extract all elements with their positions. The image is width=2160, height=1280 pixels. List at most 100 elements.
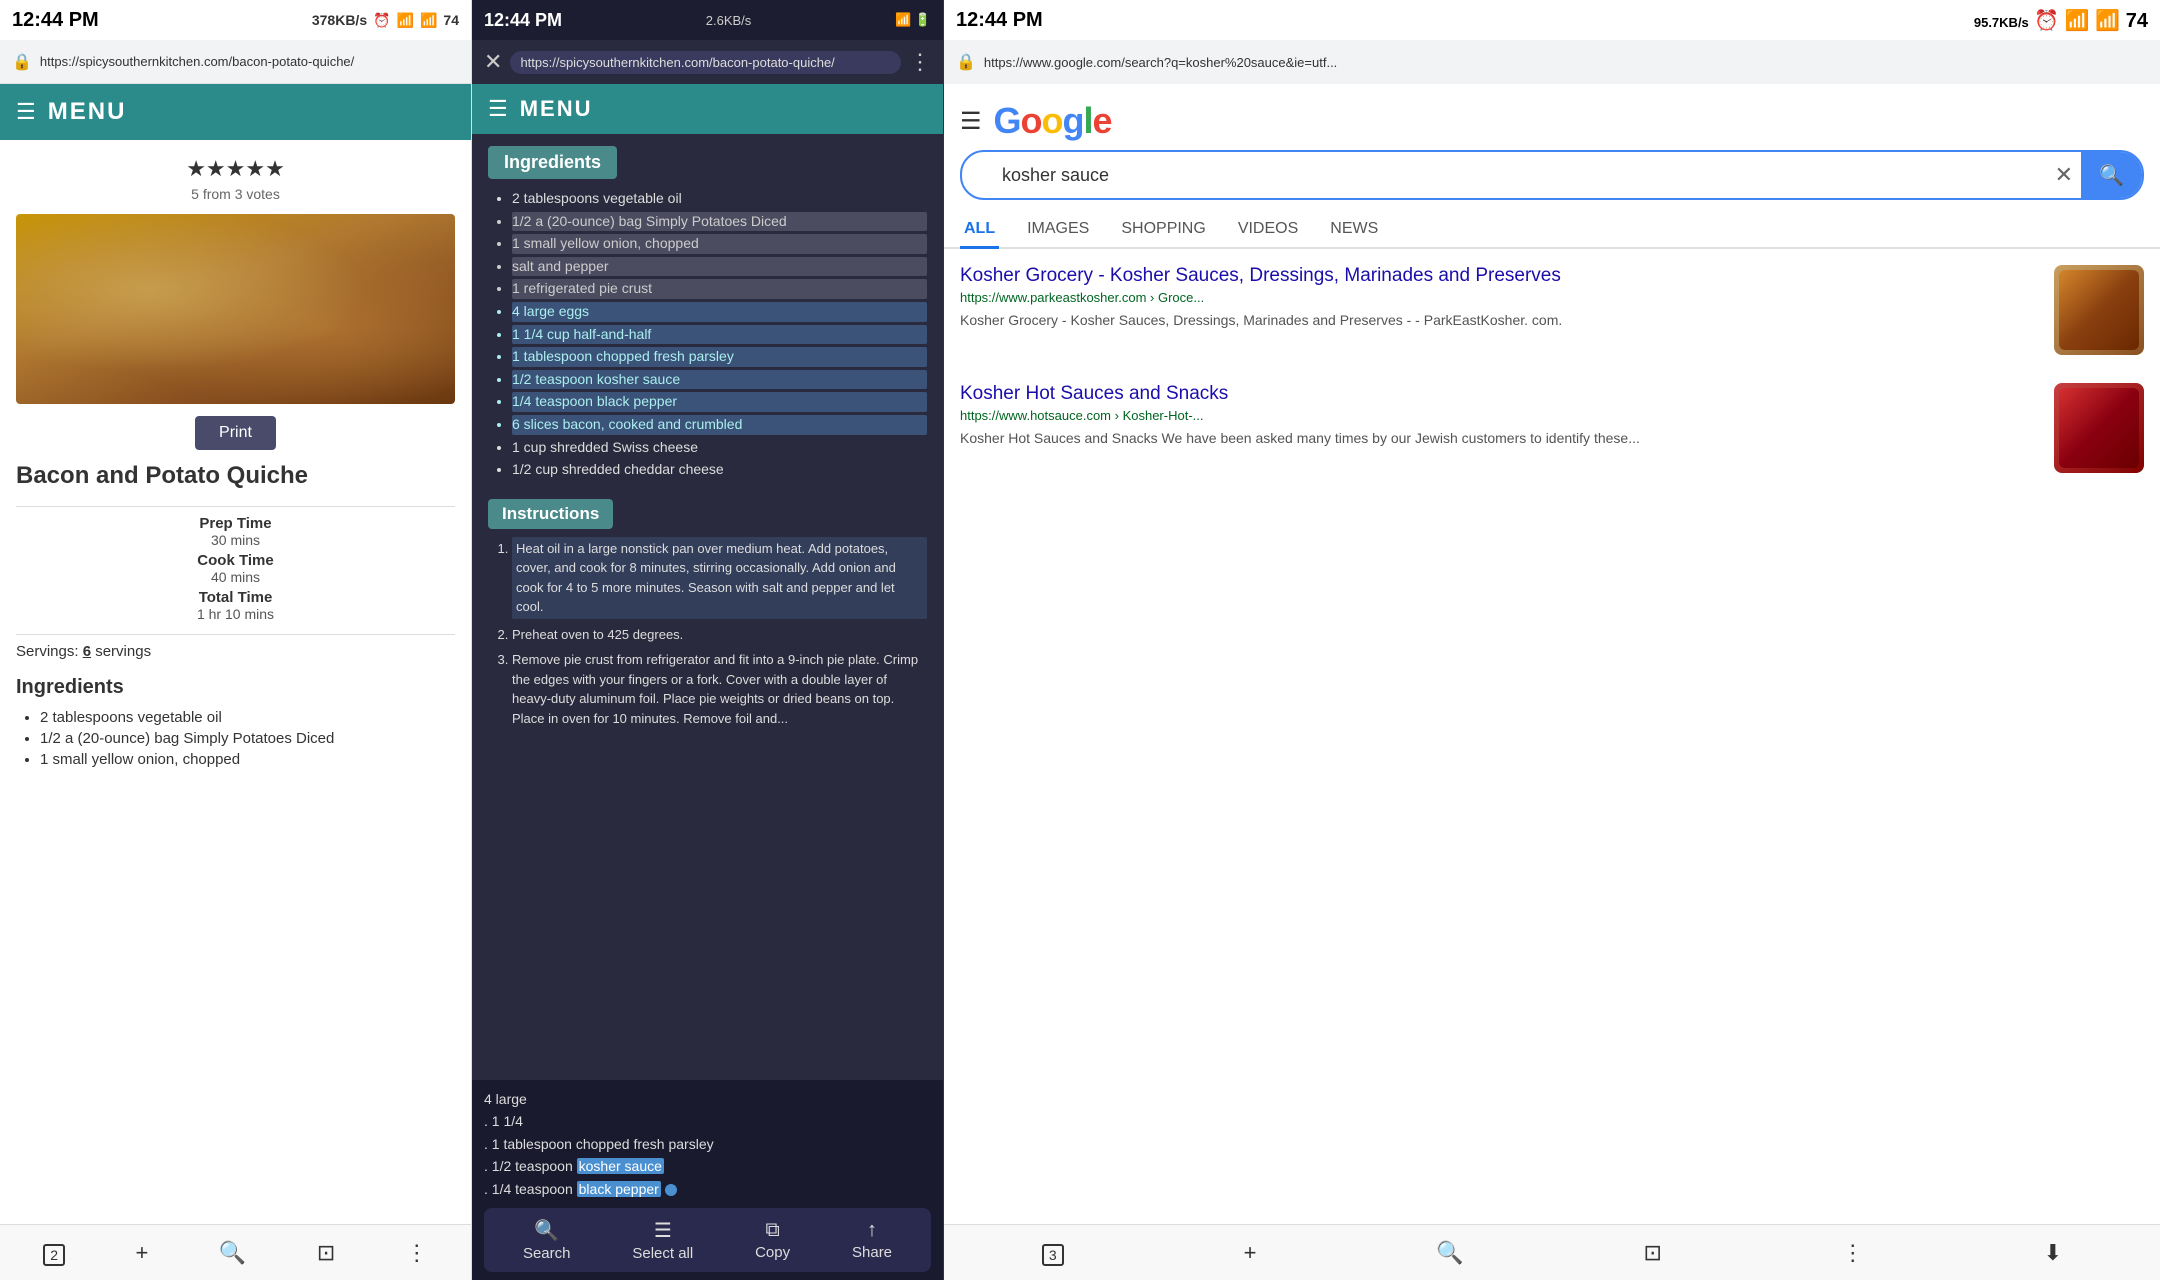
selection-handle-right [665, 1184, 677, 1196]
battery-p1: 74 [443, 12, 459, 28]
ingredient-item-overlay: 1 tablespoon chopped fresh parsley [512, 347, 927, 367]
battery-p3: 74 [2126, 10, 2148, 32]
select-all-icon: ☰ [654, 1218, 672, 1243]
result-with-image-2: Kosher Hot Sauces and Snacks https://www… [960, 383, 2144, 473]
screenshot-icon-p3[interactable]: ⊡ [1644, 1240, 1662, 1266]
instruction-step: Heat oil in a large nonstick pan over me… [512, 537, 927, 619]
bottom-bar-p3: 3 + 🔍 ⊡ ⋮ ⬇ [944, 1224, 2160, 1280]
google-logo-text: Google [994, 100, 1112, 141]
lock-icon-p1: 🔒 [12, 52, 32, 72]
recipe-content: ★★★★★ 5 from 3 votes Print Bacon and Pot… [0, 140, 471, 1224]
copy-toolbar-item[interactable]: ⧉ Copy [755, 1219, 790, 1261]
logo-o2: o [1042, 100, 1063, 141]
more-icon-p1[interactable]: ⋮ [406, 1240, 428, 1266]
close-button[interactable]: ✕ [484, 49, 502, 75]
overlay-time: 12:44 PM [484, 10, 562, 31]
ingredient-list-p1: 2 tablespoons vegetable oil 1/2 a (20-ou… [16, 709, 455, 768]
search-icon-bar-p3[interactable]: 🔍 [1436, 1240, 1463, 1266]
panel-overlay: 12:44 PM 2.6KB/s 📶 🔋 ✕ https://spicysout… [472, 0, 944, 1280]
ingredient-item-overlay: 1 refrigerated pie crust [512, 279, 927, 299]
share-icon: ↑ [867, 1219, 877, 1242]
search-input[interactable]: kosher sauce [986, 152, 2047, 198]
selected-line-2: . 1 1/4 [484, 1110, 931, 1132]
time-p3: 12:44 PM [956, 9, 1043, 32]
tab-news[interactable]: NEWS [1326, 212, 1382, 249]
signal-icon: 📶 [397, 12, 414, 29]
nav-bar-p1: ☰ MENU [0, 84, 471, 140]
wifi-icon-p3: 📶 [2095, 10, 2120, 32]
tab-switcher-p1[interactable]: 2 [43, 1240, 65, 1266]
selected-line-4: . 1/2 teaspoon kosher sauce [484, 1155, 931, 1177]
new-tab-icon-p1[interactable]: + [136, 1240, 149, 1266]
alarm-icon-p3: ⏰ [2034, 10, 2059, 32]
google-header: ☰ Google [944, 84, 2160, 150]
print-button[interactable]: Print [195, 416, 276, 450]
search-toolbar-item[interactable]: 🔍 Search [523, 1218, 571, 1262]
divider-2 [16, 634, 455, 635]
ingredient-item-overlay: 1/2 teaspoon kosher sauce [512, 370, 927, 390]
selected-text-area: 4 large . 1 1/4 . 1 tablespoon chopped f… [472, 1080, 943, 1280]
search-clear-button[interactable]: ✕ [2047, 162, 2081, 188]
instructions-header-overlay: Instructions [488, 499, 613, 529]
tab-switcher-p3[interactable]: 3 [1042, 1240, 1064, 1266]
tab-images[interactable]: IMAGES [1023, 212, 1093, 249]
overlay-more-button[interactable]: ⋮ [909, 49, 931, 75]
prep-time-value: 30 mins [211, 532, 260, 548]
ingredient-item-overlay: 6 slices bacon, cooked and crumbled [512, 415, 927, 435]
download-icon-p3[interactable]: ⬇ [2044, 1240, 2062, 1266]
bottom-bar-p1: 2 + 🔍 ⊡ ⋮ [0, 1224, 471, 1280]
signal-icon-p3: 📶 [2065, 10, 2090, 32]
servings-num: 6 [83, 643, 91, 660]
search-toolbar-label: Search [523, 1245, 571, 1262]
logo-e: e [1093, 100, 1112, 141]
panel-recipe-website: 12:44 PM 378KB/s ⏰ 📶 📶 74 🔒 https://spic… [0, 0, 472, 1280]
screenshot-icon-p1[interactable]: ⊡ [317, 1240, 335, 1266]
selected-line-1: 4 large [484, 1088, 931, 1110]
hamburger-icon-p3[interactable]: ☰ [960, 107, 982, 136]
result-thumbnail-1 [2054, 265, 2144, 355]
time-p1: 12:44 PM [12, 9, 99, 32]
ingredient-item: 1 small yellow onion, chopped [40, 751, 455, 768]
search-result-2: Kosher Hot Sauces and Snacks https://www… [960, 383, 2144, 473]
total-time-label: Total Time [199, 589, 273, 606]
divider-1 [16, 506, 455, 507]
tab-shopping[interactable]: SHOPPING [1117, 212, 1209, 249]
tab-all[interactable]: ALL [960, 212, 999, 249]
address-bar-p3[interactable]: 🔒 https://www.google.com/search?q=kosher… [944, 40, 2160, 84]
wifi-icon: 📶 [420, 12, 437, 29]
result-desc-1: Kosher Grocery - Kosher Sauces, Dressing… [960, 310, 2042, 331]
recipe-votes: 5 from 3 votes [16, 186, 455, 202]
search-bar-wrapper[interactable]: kosher sauce ✕ 🔍 [960, 150, 2144, 200]
result-title-2[interactable]: Kosher Hot Sauces and Snacks [960, 383, 2042, 405]
tab-videos[interactable]: VIDEOS [1234, 212, 1302, 249]
cook-time-label: Cook Time [197, 552, 273, 569]
overlay-hamburger-icon[interactable]: ☰ [488, 96, 508, 122]
status-bar-p1: 12:44 PM 378KB/s ⏰ 📶 📶 74 [0, 0, 471, 40]
select-all-toolbar-item[interactable]: ☰ Select all [632, 1218, 693, 1262]
ingredient-item-overlay: 4 large eggs [512, 302, 927, 322]
overlay-network: 2.6KB/s [706, 13, 752, 28]
result-text-2: Kosher Hot Sauces and Snacks https://www… [960, 383, 2042, 449]
lock-icon-p3: 🔒 [956, 52, 976, 72]
select-all-label: Select all [632, 1245, 693, 1262]
result-url-2: https://www.hotsauce.com › Kosher-Hot-..… [960, 408, 2042, 423]
share-toolbar-item[interactable]: ↑ Share [852, 1219, 892, 1261]
overlay-address-bar[interactable]: ✕ https://spicysouthernkitchen.com/bacon… [472, 40, 943, 84]
hamburger-icon-p1[interactable]: ☰ [16, 99, 36, 125]
ingredient-item-overlay: 1/2 cup shredded cheddar cheese [512, 460, 927, 480]
ingredient-item-overlay: salt and pepper [512, 257, 927, 277]
search-icon-p1[interactable]: 🔍 [219, 1240, 246, 1266]
share-label: Share [852, 1244, 892, 1261]
search-results-area: Kosher Grocery - Kosher Sauces, Dressing… [944, 249, 2160, 1224]
recipe-image-inner [16, 214, 455, 404]
overlay-menu-label: MENU [520, 96, 593, 122]
search-submit-button[interactable]: 🔍 [2081, 152, 2142, 198]
result-title-1[interactable]: Kosher Grocery - Kosher Sauces, Dressing… [960, 265, 2042, 287]
address-bar-p1[interactable]: 🔒 https://spicysouthernkitchen.com/bacon… [0, 40, 471, 84]
more-icon-p3[interactable]: ⋮ [1842, 1240, 1864, 1266]
highlighted-text: kosher sauce [577, 1158, 664, 1174]
status-icons-p3: 95.7KB/s ⏰ 📶 📶 74 [1974, 8, 2148, 33]
recipe-title: Bacon and Potato Quiche [16, 462, 455, 490]
ingredient-item-overlay: 2 tablespoons vegetable oil [512, 189, 927, 209]
new-tab-icon-p3[interactable]: + [1244, 1240, 1257, 1266]
